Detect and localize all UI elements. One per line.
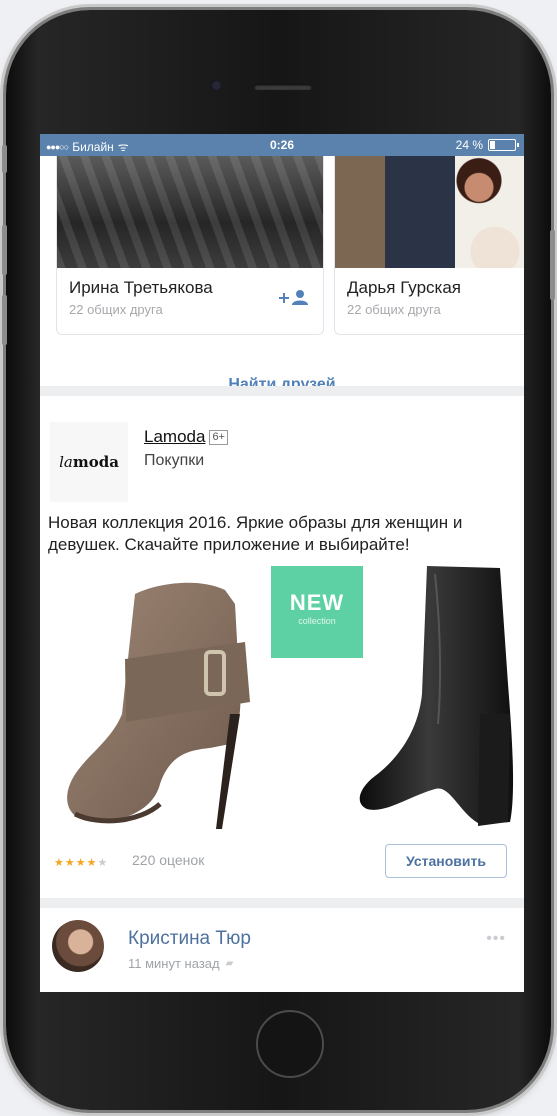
status-bar: ●●●○○ Билайн ᯤ 0:26 24 % <box>40 134 524 156</box>
ad-image[interactable]: NEW collection <box>40 564 524 834</box>
friend-suggestions: Ирина Третьякова 22 общих друга Дарья Гу… <box>40 156 524 393</box>
earpiece-speaker <box>254 84 312 90</box>
friend-card[interactable]: Ирина Третьякова 22 общих друга <box>56 156 324 335</box>
post-timestamp: 11 минут назад ▰ <box>128 956 233 971</box>
section-divider <box>40 898 524 908</box>
friend-photo <box>57 156 323 268</box>
section-divider <box>40 386 524 396</box>
star-filled-icon: ★ <box>86 857 98 869</box>
volume-down-button <box>2 295 7 345</box>
ad-footer: ★★★★★ 220 оценок Установить <box>40 842 524 888</box>
phone-screen: ●●●○○ Билайн ᯤ 0:26 24 % Ирина Третьяков… <box>40 134 524 992</box>
home-button[interactable] <box>256 1010 324 1078</box>
rating-stars: ★★★★★ <box>54 856 108 869</box>
ad-post: lamoda Lamoda 6+ Покупки Новая коллекция… <box>40 396 524 888</box>
add-friend-icon[interactable] <box>277 286 311 308</box>
camera-icon: ▰ <box>225 958 234 969</box>
badge-subtitle: collection <box>298 616 336 626</box>
volume-up-button <box>2 225 7 275</box>
friend-name: Дарья Гурская <box>347 278 462 297</box>
new-collection-badge: NEW collection <box>271 566 363 658</box>
star-filled-icon: ★ <box>64 857 76 869</box>
advertiser-name[interactable]: Lamoda <box>144 427 205 447</box>
status-time: 0:26 <box>269 138 295 152</box>
age-rating-badge: 6+ <box>209 429 228 445</box>
ratings-count: 220 оценок <box>132 852 205 868</box>
friend-name: Ирина Третьякова <box>69 278 213 297</box>
battery-percent: 24 % <box>455 138 483 152</box>
power-button <box>550 230 555 300</box>
ad-text: Новая коллекция 2016. Яркие образы для ж… <box>48 513 463 554</box>
feed-post: Кристина Тюр 11 минут назад ▰ ••• <box>40 908 524 992</box>
star-filled-icon: ★ <box>54 857 65 869</box>
mutual-friends: 22 общих друга <box>347 302 441 317</box>
post-author[interactable]: Кристина Тюр <box>128 928 251 950</box>
badge-title: NEW <box>289 590 345 615</box>
star-filled-icon: ★ <box>75 857 87 869</box>
front-camera <box>211 80 222 91</box>
ad-category: Покупки <box>144 452 205 469</box>
mutual-friends: 22 общих друга <box>69 302 163 317</box>
advertiser-title: Lamoda 6+ <box>144 427 228 447</box>
star-empty-icon: ★ <box>97 857 109 869</box>
mute-switch <box>2 145 7 173</box>
friend-card[interactable]: Дарья Гурская 22 общих друга <box>334 156 524 335</box>
avatar[interactable] <box>52 920 104 972</box>
friend-photo <box>335 156 524 268</box>
battery-icon <box>488 139 519 151</box>
install-button[interactable]: Установить <box>385 844 507 878</box>
more-icon[interactable]: ••• <box>486 930 506 948</box>
advertiser-logo[interactable]: lamoda <box>50 422 128 502</box>
post-time-text: 11 минут назад <box>128 956 220 971</box>
